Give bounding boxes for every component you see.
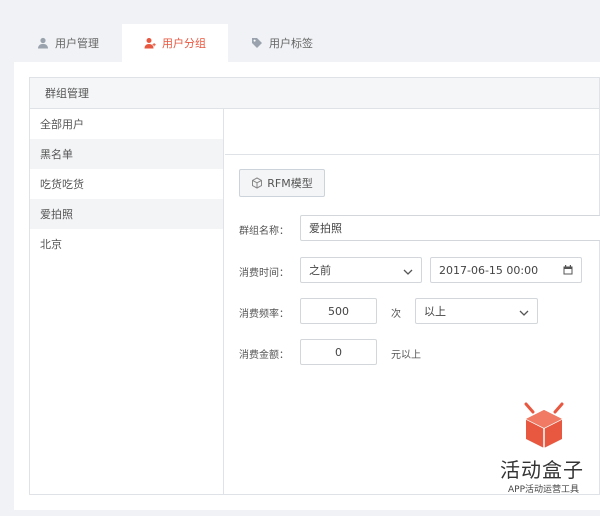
frequency-condition-value: 以上 xyxy=(424,305,446,318)
watermark-logo: 活动盒子 APP活动运营工具 xyxy=(496,402,592,498)
user-group-icon xyxy=(144,37,156,49)
rfm-button-label: RFM模型 xyxy=(267,177,313,190)
consumption-amount-label: 消费金额： xyxy=(239,350,289,361)
tab-label: 用户分组 xyxy=(162,37,206,50)
consumption-date-value: 2017-06-15 00:00 xyxy=(439,263,539,277)
sidebar-item-photo-lovers[interactable]: 爱拍照 xyxy=(30,199,223,229)
detail-toolbar xyxy=(225,109,599,155)
group-name-input[interactable]: 爱拍照 xyxy=(300,215,600,241)
frequency-condition-select[interactable]: 以上 xyxy=(415,298,538,324)
tab-bar: 用户管理 用户分组 用户标签 xyxy=(14,24,336,62)
consumption-amount-value: 0 xyxy=(335,345,342,359)
consumption-frequency-label: 消费频率： xyxy=(239,309,289,320)
watermark-tagline: APP活动运营工具 xyxy=(508,485,580,495)
sidebar-item-blacklist[interactable]: 黑名单 xyxy=(30,139,223,169)
consumption-time-select[interactable]: 之前 xyxy=(300,257,422,283)
consumption-time-value: 之前 xyxy=(309,264,331,277)
consumption-amount-input[interactable]: 0 xyxy=(300,339,377,365)
tab-label: 用户管理 xyxy=(55,37,99,50)
calendar-icon xyxy=(563,265,573,275)
consumption-frequency-value: 500 xyxy=(328,304,349,318)
chevron-down-icon xyxy=(519,307,529,316)
user-icon xyxy=(37,37,49,49)
group-name-value: 爱拍照 xyxy=(309,222,342,235)
tab-label: 用户标签 xyxy=(269,37,313,50)
group-name-label: 群组名称： xyxy=(239,226,289,237)
panel-header: 群组管理 xyxy=(30,78,599,109)
rfm-model-button[interactable]: RFM模型 xyxy=(239,169,325,197)
sidebar-item-foodies[interactable]: 吃货吃货 xyxy=(30,169,223,199)
tag-icon xyxy=(251,37,263,49)
watermark-brand: 活动盒子 xyxy=(500,458,584,482)
chevron-down-icon xyxy=(403,266,413,275)
cube-icon xyxy=(251,177,263,189)
consumption-frequency-input[interactable]: 500 xyxy=(300,298,377,324)
tab-user-tags[interactable]: 用户标签 xyxy=(228,24,336,62)
consumption-date-picker[interactable]: 2017-06-15 00:00 xyxy=(430,257,582,283)
sidebar-item-beijing[interactable]: 北京 xyxy=(30,229,223,259)
sidebar-item-all-users[interactable]: 全部用户 xyxy=(30,109,223,139)
tab-user-management[interactable]: 用户管理 xyxy=(14,24,122,62)
panel-title: 群组管理 xyxy=(45,87,89,100)
group-list: 全部用户 黑名单 吃货吃货 爱拍照 北京 xyxy=(30,109,224,494)
tab-user-groups[interactable]: 用户分组 xyxy=(122,24,228,62)
frequency-unit: 次 xyxy=(391,309,401,320)
consumption-time-label: 消费时间： xyxy=(239,268,289,279)
gift-box-icon xyxy=(522,402,566,450)
amount-unit: 元以上 xyxy=(391,350,421,361)
